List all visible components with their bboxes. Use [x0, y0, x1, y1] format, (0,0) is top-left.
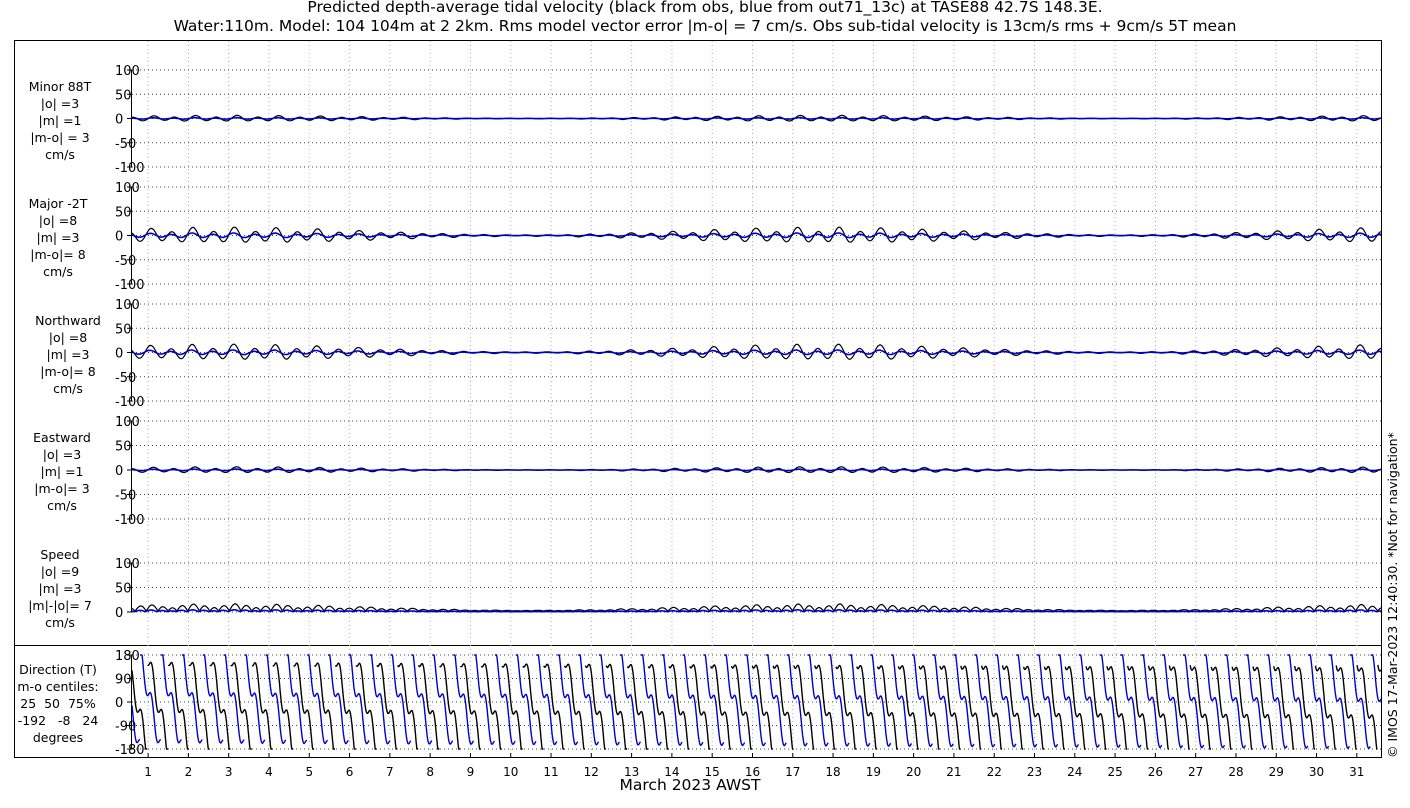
panel-label-line: |o| =3	[40, 96, 80, 111]
panel-label-line: |o| =8	[48, 330, 88, 345]
panel-label-line: cm/s	[45, 615, 75, 630]
panel-label-line: -192 -8 24	[17, 713, 99, 728]
panel-label-line: |m-o| = 3	[30, 130, 90, 145]
panel-label-line: |m| =1	[40, 464, 84, 479]
panel-label-line: Major -2T	[28, 196, 88, 211]
panel-label-line: |o| =9	[40, 564, 80, 579]
plot-svg: 1 2 3 4 5 6 7 8 9 10 11 12 13 14 15 16 17 18 19 20 21 22 23 24 2…	[115, 41, 1382, 779]
panel-label-minor: Minor 88T |o| =3 |m| =1 |m-o| = 3 cm/s	[0, 78, 120, 163]
y-tick-label: -100	[115, 278, 145, 293]
panel-label-speed: Speed |o| =9 |m| =3 |m|-|o|= 7 cm/s	[0, 546, 120, 631]
panel-label-line: |m-o|= 8	[30, 247, 86, 262]
panel-label-major: Major -2T |o| =8 |m| =3 |m-o|= 8 cm/s	[0, 195, 118, 280]
panel-label-eastward: Eastward |o| =3 |m| =1 |m-o|= 3 cm/s	[2, 429, 122, 514]
y-tick-label: -100	[115, 395, 145, 410]
panel-label-line: cm/s	[45, 147, 75, 162]
panel-label-line: cm/s	[47, 498, 77, 513]
y-tick-label: -100	[115, 513, 145, 528]
panel-label-line: |m| =3	[38, 581, 82, 596]
panel-label-line: |m| =3	[46, 347, 90, 362]
y-tick-label: -180	[115, 743, 145, 758]
panel-label-line: 25 50 75%	[20, 696, 96, 711]
panel-label-line: |m| =3	[36, 230, 80, 245]
y-tick-label: -100	[115, 161, 145, 176]
panel-label-line: |o| =3	[42, 447, 82, 462]
panel-label-line: Speed	[40, 547, 80, 562]
x-axis-label: March 2023 AWST	[619, 776, 761, 794]
panel-label-direction: Direction (T) m-o centiles: 25 50 75% -192 …	[0, 661, 118, 746]
panel-label-line: Northward	[35, 313, 101, 328]
y-tick-label: -50	[115, 254, 136, 269]
panel-label-line: cm/s	[43, 264, 73, 279]
panel-label-line: m-o centiles:	[17, 679, 99, 694]
panel-label-line: |m| =1	[38, 113, 82, 128]
panel-label-line: degrees	[32, 730, 84, 745]
y-tick-label: 180	[115, 649, 140, 664]
y-tick-label: 100	[115, 64, 140, 79]
y-tick-label: 100	[115, 298, 140, 313]
panel-label-line: |m-o|= 8	[40, 364, 96, 379]
panel-label-line: Direction (T)	[19, 662, 97, 677]
panel-label-line: Eastward	[33, 430, 91, 445]
panel-label-line: Minor 88T	[28, 79, 92, 94]
y-tick-label: 100	[115, 181, 140, 196]
y-tick-label: 100	[115, 415, 140, 430]
panel-label-line: |m|-|o|= 7	[28, 598, 92, 613]
panel-label-northward: Northward |o| =8 |m| =3 |m-o|= 8 cm/s	[8, 312, 128, 397]
panel-label-line: |m-o|= 3	[34, 481, 90, 496]
panel-label-line: |o| =8	[38, 213, 78, 228]
credit-text: © IMOS 17-Mar-2023 12:40:30. *Not for na…	[1385, 432, 1400, 758]
panel-label-line: cm/s	[53, 381, 83, 396]
